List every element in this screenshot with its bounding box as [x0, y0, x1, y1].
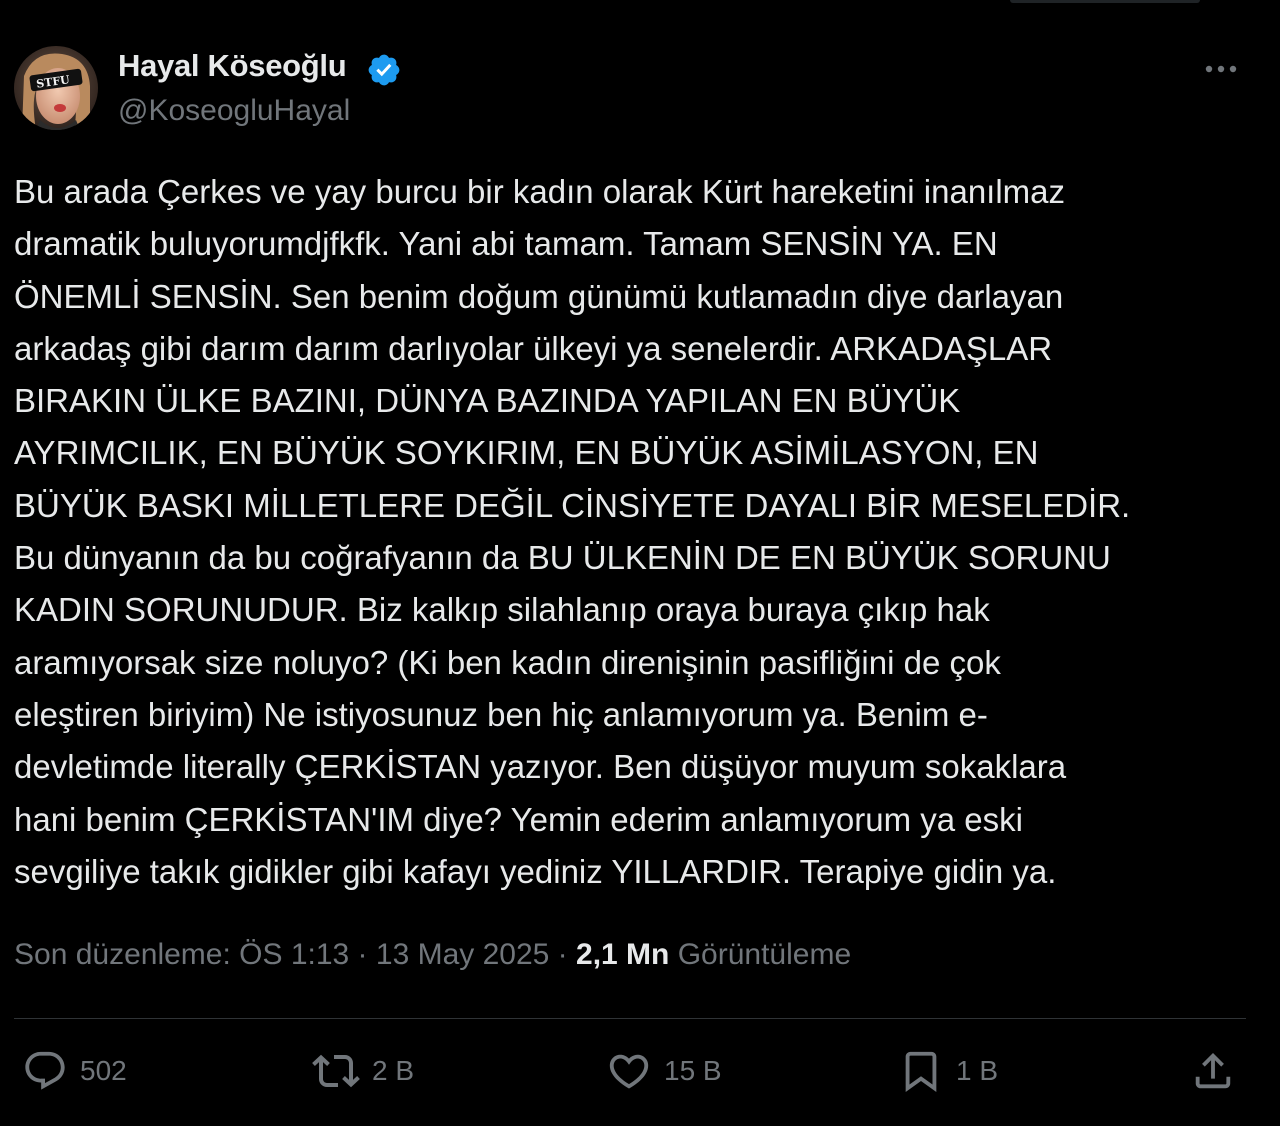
user-name[interactable]: Hayal Köseoğlu: [118, 48, 347, 84]
share-button[interactable]: [1190, 1046, 1236, 1096]
tweet-text-line: arkadaş gibi darım darım darlıyolar ülke…: [14, 329, 1053, 367]
tweet-text-line: eleştiren biriyim) Ne istiyosunuz ben hi…: [14, 695, 988, 733]
meta-separator: ·: [549, 938, 577, 971]
meta-separator: ·: [349, 938, 376, 971]
views-count: 2,1 Mn: [576, 938, 670, 971]
heart-icon: [609, 1054, 649, 1089]
reply-icon: [25, 1051, 65, 1090]
tweet-card: STFU Hayal Köseoğlu @KoseogluHayal Bu ar…: [0, 0, 1280, 1126]
tweet-text-line: AYRIMCILIK, EN BÜYÜK SOYKIRIM, EN BÜYÜK …: [14, 434, 1039, 472]
views-label: Görüntüleme: [677, 938, 852, 971]
tweet-text-line: sevgiliye takık gidikler gibi kafayı yed…: [14, 852, 1057, 890]
tweet-text-line: dramatik buluyorumdjfkfk. Yani abi tamam…: [14, 225, 998, 263]
share-icon: [1195, 1052, 1231, 1089]
tweet-text: Bu arada Çerkes ve yay burcu bir kadın o…: [14, 166, 1264, 898]
tweet-text-line: BÜYÜK BASKI MİLLETLERE DEĞİL CİNSİYETE D…: [14, 486, 1131, 524]
repost-count: 2 B: [372, 1055, 415, 1086]
like-count: 15 B: [664, 1055, 722, 1086]
like-button[interactable]: 15 B: [606, 1046, 722, 1096]
more-options-button[interactable]: [1196, 52, 1246, 86]
repost-button[interactable]: 2 B: [312, 1046, 414, 1096]
tweet-text-line: Bu dünyanın da bu coğrafyanın da BU ÜLKE…: [14, 539, 1111, 577]
avatar[interactable]: STFU: [14, 46, 98, 130]
reply-count: 502: [80, 1055, 127, 1086]
repost-icon: [312, 1054, 360, 1088]
divider: [14, 1018, 1246, 1019]
tweet-text-line: KADIN SORUNUDUR. Biz kalkıp silahlanıp o…: [14, 591, 990, 629]
tweet-meta: Son düzenleme: ÖS 1:13 · 13 May 2025 · 2…: [14, 938, 851, 972]
top-edge-artifact: [1010, 0, 1200, 3]
tweet-text-line: BIRAKIN ÜLKE BAZINI, DÜNYA BAZINDA YAPIL…: [14, 382, 961, 420]
more-dots-icon: [1205, 65, 1237, 73]
verified-badge-icon: [368, 54, 400, 86]
tweet-date[interactable]: 13 May 2025: [376, 938, 549, 971]
tweet-text-line: aramıyorsak size noluyo? (Ki ben kadın d…: [14, 643, 1001, 681]
tweet-text-line: devletimde literally ÇERKİSTAN yazıyor. …: [14, 748, 1067, 786]
bookmark-button[interactable]: 1 B: [898, 1046, 998, 1096]
bookmark-count: 1 B: [956, 1055, 999, 1086]
tweet-text-line: Bu arada Çerkes ve yay burcu bir kadın o…: [14, 173, 1066, 210]
tweet-text-line: hani benim ÇERKİSTAN'IM diye? Yemin eder…: [14, 800, 1023, 838]
bookmark-icon: [905, 1051, 937, 1092]
edited-label[interactable]: Son düzenleme: ÖS 1:13: [14, 938, 349, 971]
reply-button[interactable]: 502: [22, 1046, 127, 1096]
user-handle[interactable]: @KoseogluHayal: [118, 94, 350, 128]
tweet-text-line: ÖNEMLİ SENSİN. Sen benim doğum günümü ku…: [14, 277, 1064, 315]
